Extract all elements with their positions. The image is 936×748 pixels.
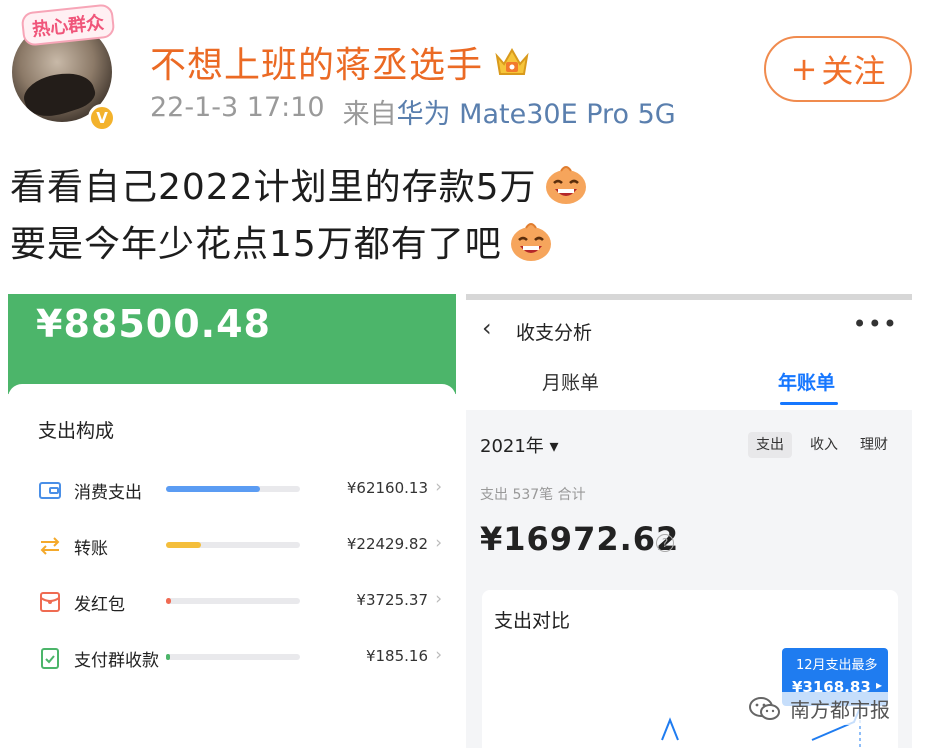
laughing-face-icon <box>510 223 551 261</box>
category-progress-fill <box>166 654 171 660</box>
tab-underline <box>780 402 838 405</box>
category-amount: ¥62160.13 <box>346 479 428 497</box>
tab-monthly[interactable]: 月账单 <box>542 368 599 395</box>
chevron-right-icon: › <box>435 589 442 609</box>
chevron-right-icon: › <box>435 477 442 497</box>
username[interactable]: 不想上班的蒋丞选手 <box>150 36 483 88</box>
post-text-line-1: 看看自己2022计划里的存款5万 <box>10 158 589 210</box>
category-row[interactable]: 支付群收款 ¥185.16 › <box>8 644 456 674</box>
post-source: 来自 华为 Mate30E Pro 5G <box>343 92 676 131</box>
group-payment-icon <box>38 646 62 670</box>
user-avatar[interactable]: 热心群众 V <box>8 3 116 132</box>
source-prefix: 来自 <box>342 99 397 130</box>
page-title: 收支分析 <box>516 322 593 344</box>
expense-composition-card: 支出构成 消费支出 ¥62160.13 › 转账 ¥22429.82 › 发红包 ¥3725.… <box>8 384 456 748</box>
category-name: 发红包 <box>74 595 125 615</box>
section-title: 支出构成 <box>38 420 115 442</box>
laughing-face-icon <box>545 166 586 204</box>
post-text: 要是今年少花点15万都有了吧 <box>10 224 502 265</box>
post-time: 22-1-3 17:10 <box>150 92 325 123</box>
summary-header: ¥88500.48 <box>8 294 456 394</box>
tab-yearly[interactable]: 年账单 <box>778 368 835 395</box>
category-progress-fill <box>166 598 172 604</box>
verified-icon: V <box>88 104 116 132</box>
tooltip-title: 12月支出最多 <box>796 658 878 673</box>
watermark-text: 南方都市报 <box>790 698 890 722</box>
category-row[interactable]: 发红包 ¥3725.37 › <box>8 588 456 618</box>
category-row[interactable]: 消费支出 ¥62160.13 › <box>8 476 456 506</box>
filter-row: 2021年 ▾ 支出 收入 理财 <box>466 424 912 464</box>
category-progress-track <box>166 486 300 492</box>
nav-bar: ‹ 收支分析 ••• <box>466 300 912 356</box>
category-progress-fill <box>166 486 260 492</box>
summary-amount: ¥16972.62 <box>480 520 680 558</box>
category-row[interactable]: 转账 ¥22429.82 › <box>8 532 456 562</box>
red-envelope-icon <box>38 590 62 614</box>
category-amount: ¥3725.37 <box>356 591 428 609</box>
category-amount: ¥185.16 <box>365 647 428 665</box>
back-icon[interactable]: ‹ <box>482 314 492 342</box>
category-progress-track <box>166 542 300 548</box>
category-name: 转账 <box>74 539 108 559</box>
income-expense-analysis-screenshot[interactable]: ‹ 收支分析 ••• 月账单 年账单 2021年 ▾ 支出 收入 理财 支出 5… <box>466 294 912 748</box>
wechat-icon <box>749 696 780 720</box>
watermark: 南方都市报 <box>742 692 896 725</box>
post-text: 看看自己2022计划里的存款5万 <box>10 167 537 208</box>
category-progress-fill <box>166 542 201 548</box>
more-icon[interactable]: ••• <box>853 310 898 338</box>
chevron-right-icon: › <box>435 533 442 553</box>
category-name: 支付群收款 <box>74 651 159 671</box>
transfer-icon <box>38 534 62 558</box>
category-name: 消费支出 <box>74 483 142 503</box>
summary-label: 支出 537笔 合计 <box>480 487 586 503</box>
segment-finance[interactable]: 理财 <box>852 432 896 458</box>
follow-label: 关注 <box>821 52 886 90</box>
category-amount: ¥22429.82 <box>346 535 428 553</box>
expense-breakdown-screenshot[interactable]: ¥88500.48 支出构成 消费支出 ¥62160.13 › 转账 ¥22429.82… <box>8 294 456 748</box>
chevron-right-icon: › <box>435 645 442 665</box>
category-progress-track <box>166 654 300 660</box>
device-link[interactable]: 华为 Mate30E Pro 5G <box>397 92 676 131</box>
bill-tabs: 月账单 年账单 <box>466 356 912 410</box>
follow-button[interactable]: + 关注 <box>764 36 912 102</box>
post-text-line-2: 要是今年少花点15万都有了吧 <box>10 215 554 267</box>
play-arrow-icon: ▸ <box>875 678 882 692</box>
category-progress-track <box>166 598 300 604</box>
segment-expense[interactable]: 支出 <box>748 432 792 458</box>
wallet-icon <box>38 478 62 502</box>
year-select[interactable]: 2021年 ▾ <box>480 432 559 458</box>
help-icon[interactable]: ? <box>656 534 674 552</box>
total-amount: ¥88500.48 <box>36 302 271 346</box>
segment-income[interactable]: 收入 <box>802 432 846 458</box>
post-meta: 22-1-3 17:10 来自 华为 Mate30E Pro 5G <box>150 92 676 131</box>
plus-icon: + <box>790 50 818 88</box>
crown-icon <box>495 47 529 75</box>
username-row: 不想上班的蒋丞选手 <box>150 36 531 88</box>
